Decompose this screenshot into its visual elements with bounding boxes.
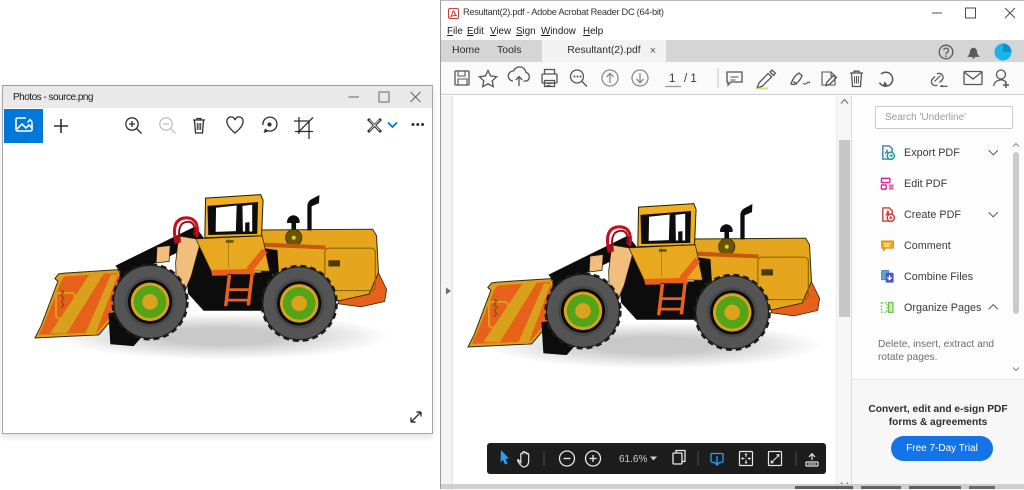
svg-text:61.6%: 61.6% — [619, 454, 647, 465]
svg-text:/ 1: / 1 — [684, 73, 697, 85]
svg-text:1: 1 — [669, 73, 675, 85]
